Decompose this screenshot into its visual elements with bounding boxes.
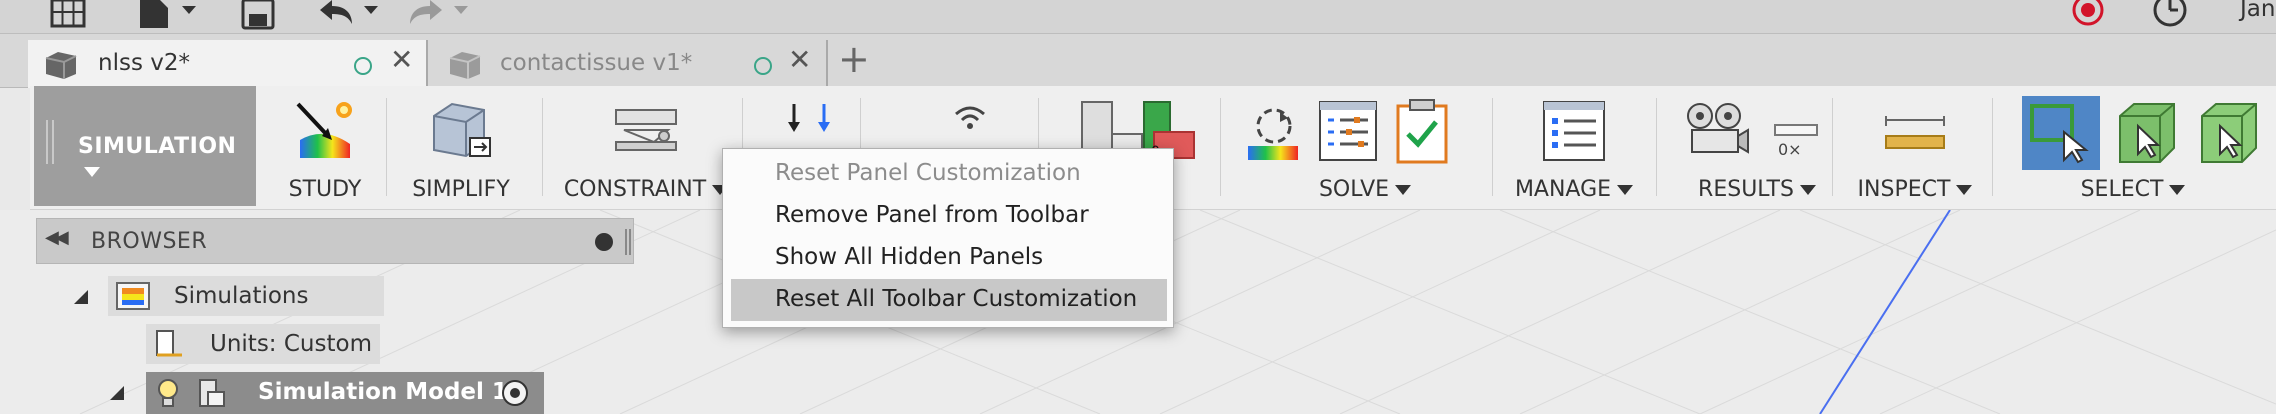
document-tab-contactissue[interactable]: contactissue v1* ✕	[430, 40, 828, 88]
tree-node-label: Simulation Model 1	[258, 379, 508, 405]
document-tab-strip: nlss v2* ✕ contactissue v1* ✕ +	[0, 34, 2276, 88]
inspect-panel[interactable]: INSPECT	[1840, 86, 1990, 206]
units-icon	[156, 330, 182, 357]
component-box-icon	[45, 52, 77, 79]
animate-results-icon	[1687, 103, 1749, 154]
browser-panel-header[interactable]: ◀◀ BROWSER	[36, 218, 634, 264]
measure-icon	[1885, 116, 1945, 149]
workspace-switcher[interactable]: SIMULATION	[34, 86, 256, 206]
close-tab-icon[interactable]: ✕	[390, 46, 413, 74]
app-grid-icon[interactable]	[48, 0, 88, 30]
model-component-icon	[199, 379, 225, 407]
study-label: STUDY	[288, 177, 362, 202]
browser-grip-icon[interactable]	[625, 229, 631, 255]
document-tab-nlss[interactable]: nlss v2* ✕	[28, 40, 428, 88]
deformation-scale-icon	[1774, 124, 1818, 136]
constraint-label: CONSTRAINT	[556, 177, 736, 202]
manage-panel[interactable]: MANAGE	[1500, 86, 1648, 206]
user-name[interactable]: Jan	[2240, 0, 2275, 22]
manage-settings-icon	[1543, 101, 1605, 161]
collapse-browser-icon[interactable]: ◀◀	[45, 227, 69, 248]
tree-node-simulations[interactable]: Simulations	[66, 276, 384, 316]
solve-label: SOLVE	[1230, 177, 1500, 202]
activate-radio-icon[interactable]	[502, 380, 528, 406]
select-panel[interactable]: SELECT	[1990, 86, 2276, 206]
redo-icon[interactable]	[406, 0, 478, 30]
solve-settings-icon	[1319, 101, 1377, 161]
solve-panel[interactable]: SOLVE	[1230, 86, 1500, 206]
menu-item-show-all-hidden-panels[interactable]: Show All Hidden Panels	[731, 237, 1167, 279]
file-menu-icon[interactable]	[138, 0, 202, 30]
pre-check-icon	[1248, 108, 1298, 160]
menu-item-remove-panel-from-toolbar[interactable]: Remove Panel from Toolbar	[731, 195, 1167, 237]
close-tab-icon[interactable]: ✕	[788, 46, 811, 74]
results-label: RESULTS	[1664, 177, 1850, 202]
minimize-browser-icon[interactable]	[595, 233, 613, 251]
select-component-icon	[2201, 103, 2257, 163]
contacts-icon	[955, 106, 985, 129]
deformation-scale-value: 0×	[1778, 140, 1802, 159]
window-select-icon	[2030, 104, 2089, 164]
study-panel[interactable]: STUDY	[270, 86, 380, 206]
record-icon[interactable]	[2070, 0, 2106, 30]
online-status-icon	[354, 57, 372, 75]
structural-load-icon	[788, 104, 830, 132]
menu-item-reset-panel-customization: Reset Panel Customization	[775, 160, 1081, 186]
menu-item-reset-all-toolbar-customization[interactable]: Reset All Toolbar Customization	[731, 279, 1167, 321]
workspace-label: SIMULATION	[78, 134, 237, 159]
fixed-constraint-icon	[615, 109, 677, 151]
tree-node-simulation-model[interactable]: Simulation Model 1	[100, 372, 544, 414]
constraint-panel[interactable]: CONSTRAINT	[556, 86, 736, 206]
job-status-clock-icon[interactable]	[2150, 0, 2190, 30]
chevron-down-icon	[84, 167, 100, 177]
component-box-icon	[449, 52, 481, 79]
simplify-panel[interactable]: SIMPLIFY	[396, 86, 526, 206]
expand-triangle-icon[interactable]	[110, 386, 124, 400]
tab-title: contactissue v1*	[500, 50, 693, 76]
inspect-label: INSPECT	[1840, 177, 1990, 202]
drag-grip-icon[interactable]	[46, 120, 54, 164]
undo-icon[interactable]	[316, 0, 388, 30]
manage-label: MANAGE	[1500, 177, 1648, 202]
visibility-bulb-icon[interactable]	[156, 378, 180, 410]
expand-triangle-icon[interactable]	[74, 290, 88, 304]
select-through-icon	[2119, 103, 2175, 163]
select-label: SELECT	[1990, 177, 2276, 202]
solve-check-icon	[1396, 99, 1448, 164]
new-study-icon	[296, 102, 352, 158]
tree-node-label: Units: Custom	[210, 331, 372, 357]
simplify-icon	[433, 102, 491, 158]
toolbar-context-menu: Reset Panel Customization Remove Panel f…	[722, 148, 1174, 328]
tab-title: nlss v2*	[98, 50, 190, 76]
browser-title: BROWSER	[91, 229, 208, 254]
tree-node-label: Simulations	[174, 283, 309, 309]
application-bar: Jan	[0, 0, 2276, 34]
online-status-icon	[754, 57, 772, 75]
simplify-label: SIMPLIFY	[412, 177, 510, 202]
results-panel[interactable]: 0× RESULTS	[1664, 86, 1850, 206]
simulations-icon	[116, 282, 150, 310]
tree-node-units[interactable]: Units: Custom	[146, 324, 380, 364]
new-tab-icon[interactable]: +	[838, 40, 870, 78]
select-tool-active[interactable]	[2022, 96, 2100, 170]
save-icon[interactable]	[240, 0, 278, 30]
